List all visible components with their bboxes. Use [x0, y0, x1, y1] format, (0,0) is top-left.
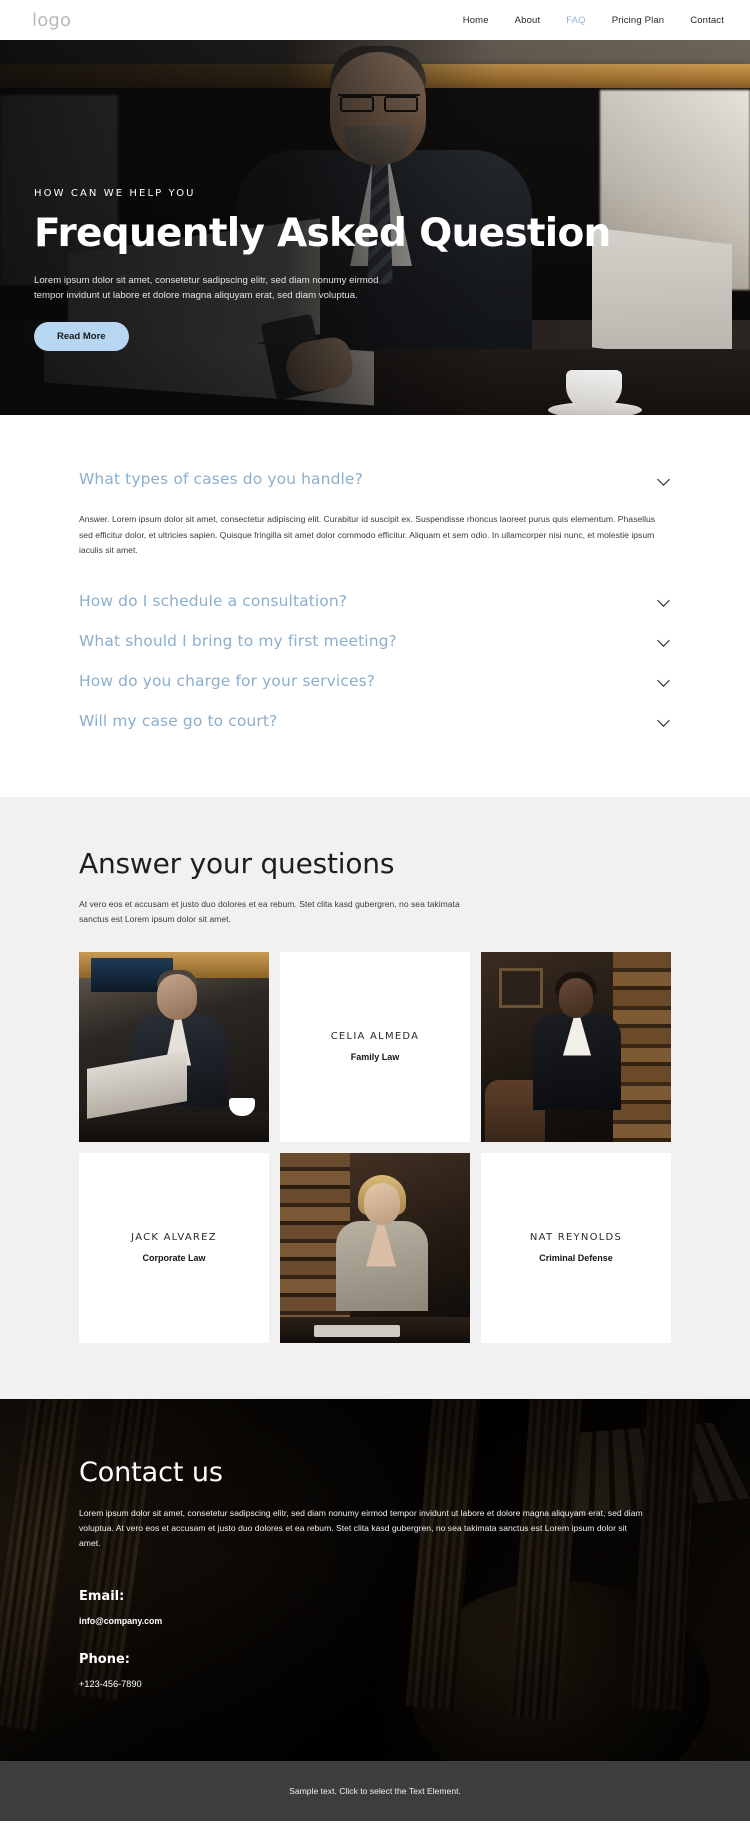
team-section: Answer your questions At vero eos et acc…: [0, 796, 750, 1399]
member-name: JACK ALVAREZ: [131, 1232, 217, 1244]
site-header: logo Home About FAQ Pricing Plan Contact: [0, 0, 750, 40]
hero-subtitle: Lorem ipsum dolor sit amet, consetetur s…: [34, 274, 379, 302]
site-logo[interactable]: logo: [32, 10, 71, 31]
phone-label: Phone:: [79, 1652, 130, 1668]
phone-value[interactable]: +123-456-7890: [79, 1679, 671, 1689]
hero-title: Frequently Asked Question: [34, 211, 611, 256]
team-content: Answer your questions At vero eos et acc…: [79, 847, 671, 1343]
read-more-button[interactable]: Read More: [34, 321, 129, 351]
faq-question-2: What should I bring to my first meeting?: [79, 631, 397, 650]
faq-question-3: How do you charge for your services?: [79, 671, 376, 690]
hero-eyebrow: HOW CAN WE HELP YOU: [34, 188, 196, 199]
faq-question-1: How do I schedule a consultation?: [79, 591, 348, 610]
team-photo-lawyer-3: [280, 1152, 470, 1343]
member-name: CELIA ALMEDA: [330, 1031, 420, 1043]
team-photo-lawyer-1: [79, 951, 269, 1142]
member-name: NAT REYNOLDS: [529, 1232, 623, 1244]
team-title: Answer your questions: [79, 846, 395, 880]
chevron-down-icon[interactable]: [658, 634, 671, 647]
site-footer: Sample text. Click to select the Text El…: [0, 1761, 750, 1822]
nav-link-contact[interactable]: Contact: [690, 15, 724, 26]
member-role: Criminal Defense: [539, 1253, 613, 1264]
faq-list: What types of cases do you handle? Answe…: [79, 459, 671, 741]
nav-link-home[interactable]: Home: [463, 15, 489, 26]
chevron-down-icon[interactable]: [658, 674, 671, 687]
contact-body: Lorem ipsum dolor sit amet, consetetur s…: [79, 1507, 643, 1549]
contact-content: Contact us Lorem ipsum dolor sit amet, c…: [79, 1457, 671, 1690]
team-intro: At vero eos et accusam et justo duo dolo…: [79, 898, 460, 925]
hero-section: HOW CAN WE HELP YOU Frequently Asked Que…: [0, 40, 750, 415]
main-navigation: Home About FAQ Pricing Plan Contact: [463, 15, 724, 26]
faq-question-4: Will my case go to court?: [79, 711, 278, 730]
contact-section: Contact us Lorem ipsum dolor sit amet, c…: [0, 1398, 750, 1762]
chevron-down-icon[interactable]: [658, 594, 671, 607]
footer-sample-text[interactable]: Sample text. Click to select the Text El…: [289, 1786, 461, 1796]
team-card-celia-almeda[interactable]: CELIA ALMEDA Family Law: [280, 951, 470, 1142]
nav-link-pricing-plan[interactable]: Pricing Plan: [612, 15, 665, 26]
team-card-jack-alvarez[interactable]: JACK ALVAREZ Corporate Law: [79, 1152, 269, 1343]
hero-content: HOW CAN WE HELP YOU Frequently Asked Que…: [34, 188, 611, 351]
faq-item-2-header[interactable]: What should I bring to my first meeting?: [79, 621, 671, 661]
faq-question-0: What types of cases do you handle?: [79, 470, 363, 488]
faq-item-0-header[interactable]: What types of cases do you handle?: [79, 459, 671, 499]
email-value[interactable]: info@company.com: [79, 1616, 671, 1626]
faq-section: What types of cases do you handle? Answe…: [0, 415, 750, 797]
chevron-down-icon[interactable]: [658, 714, 671, 727]
faq-item-4-header[interactable]: Will my case go to court?: [79, 701, 671, 741]
team-photo-lawyer-2: [481, 951, 671, 1142]
email-label: Email:: [79, 1589, 125, 1605]
member-role: Family Law: [350, 1052, 400, 1063]
team-card-nat-reynolds[interactable]: NAT REYNOLDS Criminal Defense: [481, 1152, 671, 1343]
contact-title: Contact us: [79, 1456, 223, 1488]
team-grid: CELIA ALMEDA Family Law JACK ALVAREZ Cor…: [79, 951, 671, 1343]
faq-answer-0: Answer. Lorem ipsum dolor sit amet, cons…: [79, 514, 656, 556]
member-role: Corporate Law: [142, 1253, 206, 1264]
faq-item-3-header[interactable]: How do you charge for your services?: [79, 661, 671, 701]
nav-link-faq[interactable]: FAQ: [566, 15, 585, 26]
faq-item-1-header[interactable]: How do I schedule a consultation?: [79, 581, 671, 621]
chevron-down-icon[interactable]: [658, 473, 671, 486]
nav-link-about[interactable]: About: [515, 15, 541, 26]
